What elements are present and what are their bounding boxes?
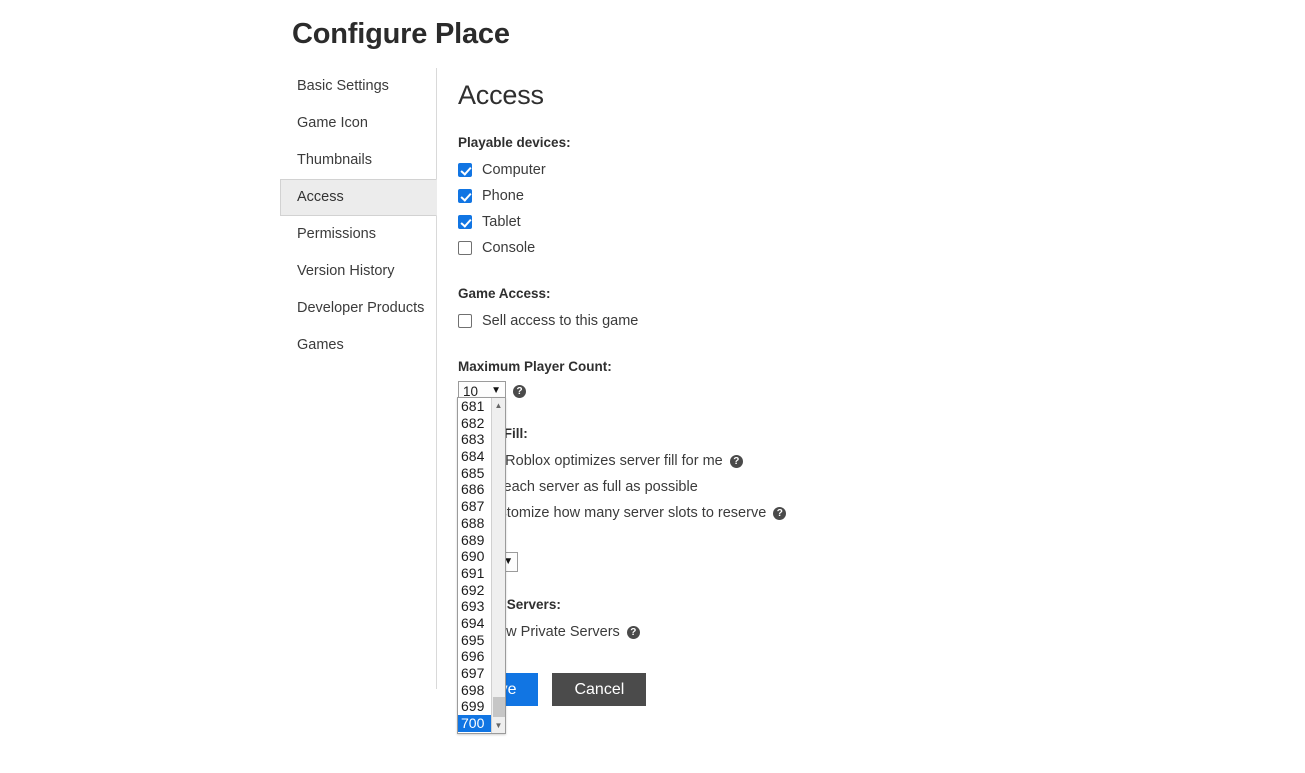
dropdown-option[interactable]: 683	[458, 431, 491, 448]
checkbox-tablet[interactable]	[458, 215, 472, 229]
playable-device-computer-row[interactable]: Computer	[458, 157, 1098, 183]
dropdown-option[interactable]: 690	[458, 548, 491, 565]
dropdown-option[interactable]: 681	[458, 398, 491, 415]
private-servers-label: Private Servers:	[458, 597, 561, 612]
dropdown-option[interactable]: 688	[458, 515, 491, 532]
dropdown-option-selected[interactable]: 700	[458, 715, 491, 732]
sidebar-item-basic-settings[interactable]: Basic Settings	[280, 68, 436, 105]
reserve-slots-row: None ▼	[458, 552, 1098, 572]
max-player-count-dropdown-list[interactable]: 681 682 683 684 685 686 687 688 689 690 …	[457, 397, 506, 734]
checkbox-console[interactable]	[458, 241, 472, 255]
sell-access-label: Sell access to this game	[482, 313, 639, 329]
game-access-label: Game Access:	[458, 286, 551, 301]
dropdown-option[interactable]: 694	[458, 615, 491, 632]
sidebar-item-version-history[interactable]: Version History	[280, 253, 436, 290]
server-fill-label: Server Fill:	[458, 426, 528, 441]
checkbox-phone[interactable]	[458, 189, 472, 203]
dropdown-option[interactable]: 693	[458, 598, 491, 615]
form-actions: Save Cancel	[458, 673, 1098, 706]
sidebar-item-thumbnails[interactable]: Thumbnails	[280, 142, 436, 179]
dropdown-option[interactable]: 695	[458, 632, 491, 649]
sidebar-nav: Basic Settings Game Icon Thumbnails Acce…	[280, 68, 437, 689]
cancel-button[interactable]: Cancel	[552, 673, 647, 706]
server-fill-option-full-row[interactable]: Fill each server as full as possible	[458, 474, 1098, 500]
configure-place-layout: Basic Settings Game Icon Thumbnails Acce…	[280, 68, 1100, 758]
sidebar-item-access[interactable]: Access	[280, 179, 437, 216]
dropdown-options: 681 682 683 684 685 686 687 688 689 690 …	[458, 398, 491, 733]
dropdown-option[interactable]: 682	[458, 415, 491, 432]
help-icon-max-player-count[interactable]: ?	[513, 384, 526, 398]
playable-devices-label: Playable devices:	[458, 135, 571, 150]
sidebar-item-permissions[interactable]: Permissions	[280, 216, 436, 253]
page-title: Configure Place	[292, 18, 510, 50]
dropdown-option[interactable]: 687	[458, 498, 491, 515]
max-player-count-row: 10 ▼ ?	[458, 381, 1098, 401]
section-title: Access	[458, 80, 544, 110]
dropdown-option[interactable]: 685	[458, 465, 491, 482]
dropdown-option[interactable]: 684	[458, 448, 491, 465]
dropdown-option[interactable]: 686	[458, 481, 491, 498]
sidebar-item-games[interactable]: Games	[280, 327, 436, 364]
playable-device-console-row[interactable]: Console	[458, 235, 1098, 261]
chevron-down-icon: ▼	[491, 385, 501, 396]
dropdown-option[interactable]: 696	[458, 648, 491, 665]
dropdown-option[interactable]: 691	[458, 565, 491, 582]
playable-device-console-label: Console	[482, 240, 536, 256]
scroll-up-arrow-icon[interactable]: ▲	[492, 399, 505, 412]
server-fill-option-optimize-row[interactable]: Let Roblox optimizes server fill for me …	[458, 448, 1098, 474]
server-fill-option-customize-row[interactable]: Customize how many server slots to reser…	[458, 500, 1098, 526]
server-fill-option-full-label: Fill each server as full as possible	[481, 479, 698, 495]
server-fill-option-customize-label: Customize how many server slots to reser…	[481, 505, 767, 521]
dropdown-option[interactable]: 689	[458, 532, 491, 549]
playable-device-phone-row[interactable]: Phone	[458, 183, 1098, 209]
server-fill-option-optimize-label: Let Roblox optimizes server fill for me	[481, 453, 723, 469]
allow-private-servers-row[interactable]: Allow Private Servers ?	[458, 619, 1098, 645]
checkbox-computer[interactable]	[458, 163, 472, 177]
help-icon-server-fill-customize[interactable]: ?	[773, 506, 787, 520]
dropdown-option[interactable]: 692	[458, 582, 491, 599]
playable-device-phone-label: Phone	[482, 188, 524, 204]
sidebar-item-game-icon[interactable]: Game Icon	[280, 105, 436, 142]
checkbox-sell-access[interactable]	[458, 314, 472, 328]
playable-device-tablet-row[interactable]: Tablet	[458, 209, 1098, 235]
dropdown-option[interactable]: 699	[458, 698, 491, 715]
sidebar-item-developer-products[interactable]: Developer Products	[280, 290, 436, 327]
help-icon-server-fill-optimize[interactable]: ?	[729, 454, 743, 468]
scroll-down-arrow-icon[interactable]: ▼	[492, 719, 505, 732]
dropdown-option[interactable]: 698	[458, 682, 491, 699]
dropdown-scrollbar[interactable]: ▲ ▼	[491, 398, 505, 733]
dropdown-scrollbar-thumb[interactable]	[493, 697, 505, 717]
sell-access-row[interactable]: Sell access to this game	[458, 308, 1098, 334]
access-panel: Access Playable devices: Computer Phone …	[458, 68, 1098, 706]
playable-device-computer-label: Computer	[482, 162, 546, 178]
dropdown-option[interactable]: 697	[458, 665, 491, 682]
help-icon-private-servers[interactable]: ?	[626, 625, 640, 639]
playable-device-tablet-label: Tablet	[482, 214, 521, 230]
max-player-count-label: Maximum Player Count:	[458, 359, 612, 374]
